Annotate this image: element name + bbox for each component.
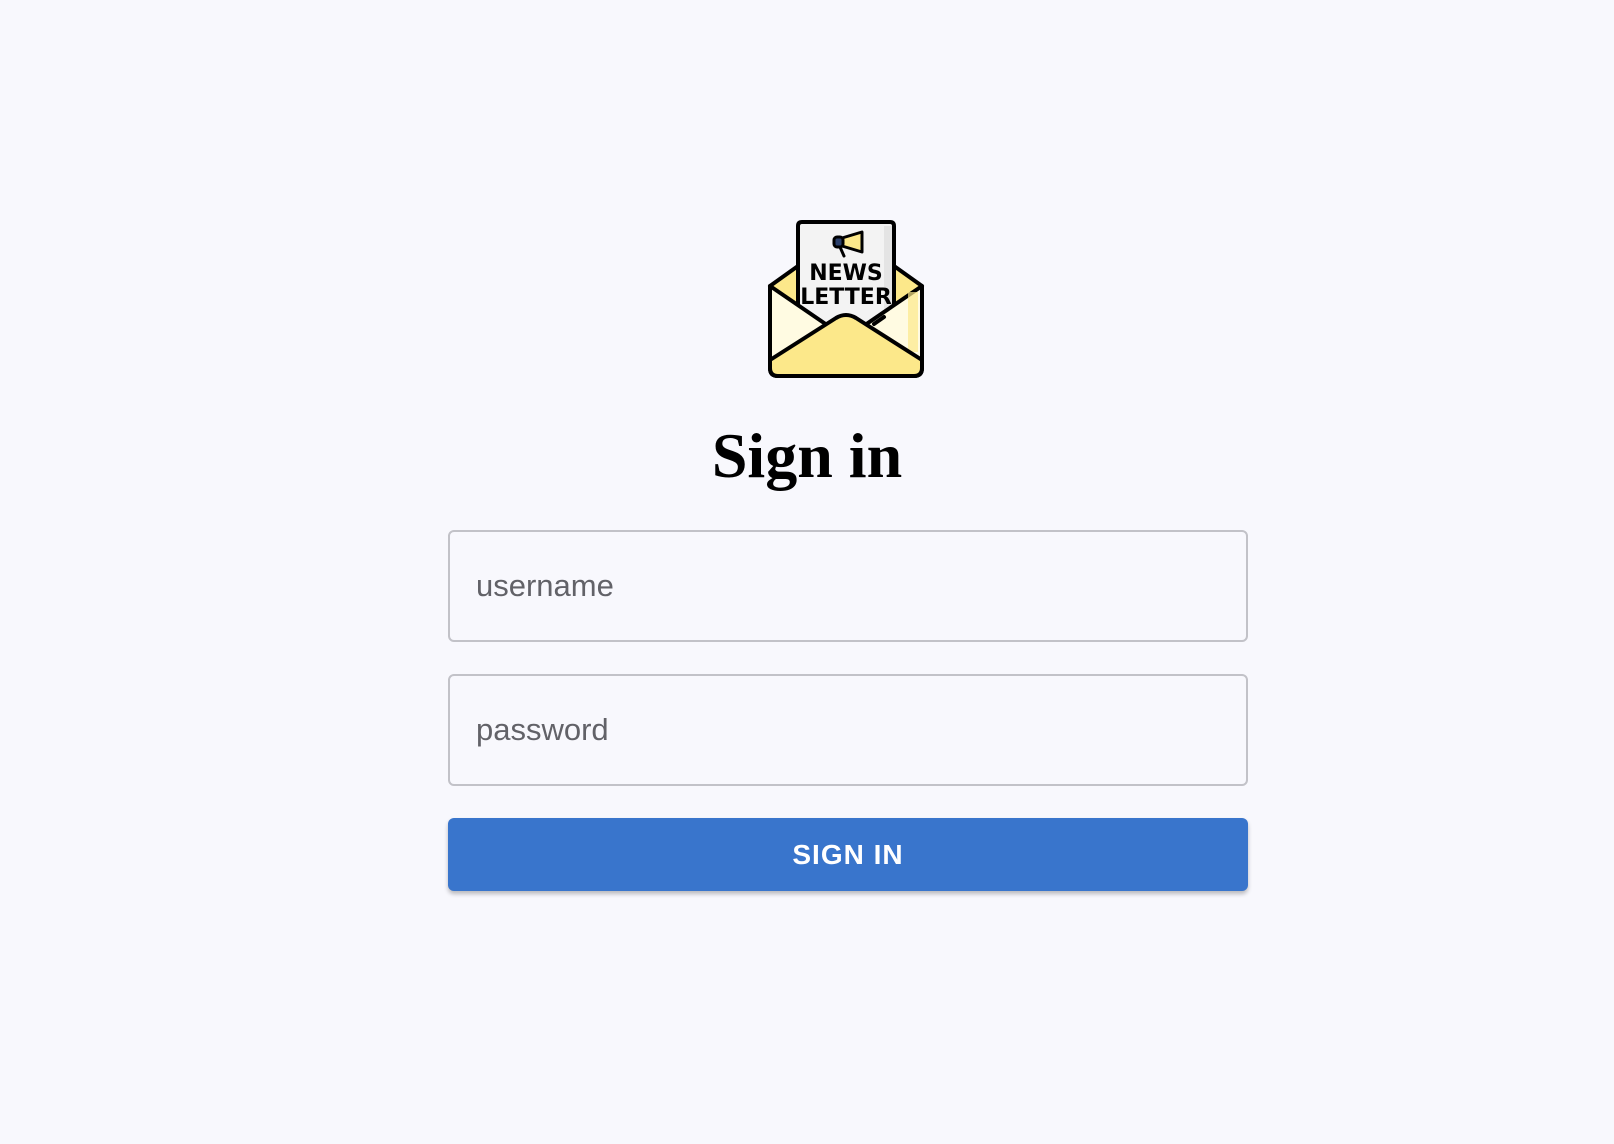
password-input[interactable]	[448, 674, 1248, 786]
username-input[interactable]	[448, 530, 1248, 642]
sign-in-page: NEWS LETTER Sign in SIGN IN	[0, 0, 1614, 1144]
newsletter-envelope-icon: NEWS LETTER	[768, 220, 924, 378]
logo-line-1: NEWS	[809, 261, 883, 286]
newsletter-logo: NEWS LETTER	[764, 218, 928, 382]
page-title: Sign in	[711, 420, 903, 491]
logo-line-2: LETTER	[800, 285, 892, 310]
sign-in-button[interactable]: SIGN IN	[448, 818, 1248, 891]
